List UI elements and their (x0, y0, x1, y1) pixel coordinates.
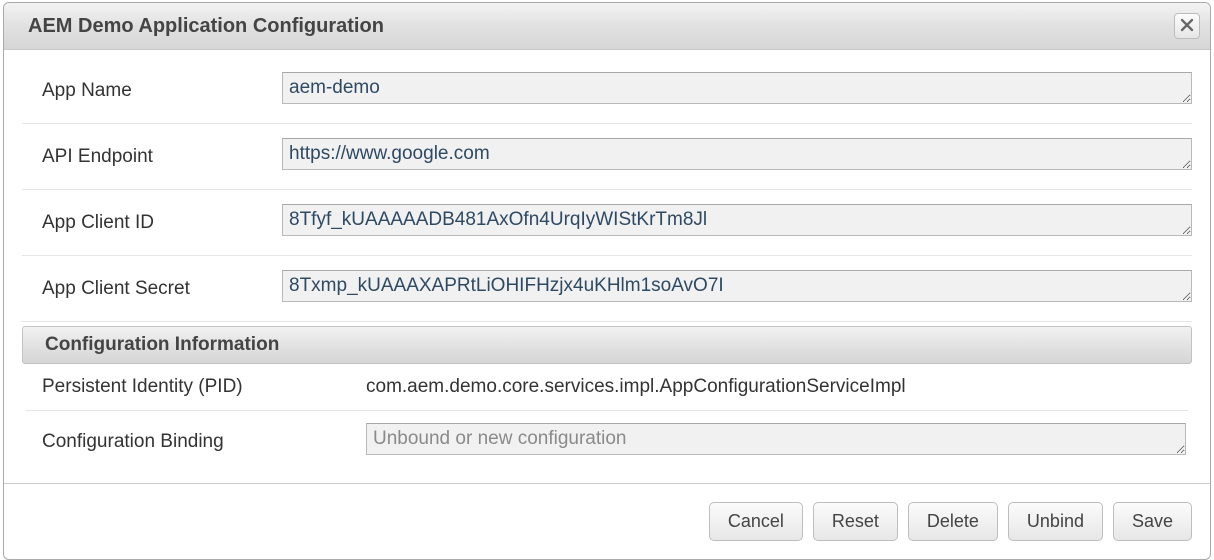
label-app-name: App Name (22, 80, 282, 102)
row-app-name: App Name (22, 58, 1192, 124)
label-client-secret: App Client Secret (22, 278, 282, 300)
dialog-title: AEM Demo Application Configuration (28, 15, 384, 38)
value-binding (366, 423, 1186, 455)
input-client-secret[interactable] (282, 270, 1192, 302)
close-icon (1180, 16, 1194, 37)
input-api-endpoint[interactable] (282, 138, 1192, 170)
label-client-id: App Client ID (22, 212, 282, 234)
save-button[interactable]: Save (1113, 502, 1192, 541)
row-client-secret: App Client Secret (22, 256, 1192, 322)
config-info-header: Configuration Information (22, 326, 1192, 364)
dialog-titlebar: AEM Demo Application Configuration (4, 3, 1210, 50)
input-app-name[interactable] (282, 72, 1192, 104)
close-button[interactable] (1174, 13, 1200, 39)
button-bar: Cancel Reset Delete Unbind Save (4, 483, 1210, 559)
label-api-endpoint: API Endpoint (22, 146, 282, 168)
label-pid: Persistent Identity (PID) (26, 376, 366, 398)
config-dialog: AEM Demo Application Configuration App N… (3, 2, 1211, 560)
reset-button[interactable]: Reset (813, 502, 898, 541)
form-area: App Name API Endpoint App Client ID App … (4, 50, 1210, 473)
input-client-id[interactable] (282, 204, 1192, 236)
row-client-id: App Client ID (22, 190, 1192, 256)
cancel-button[interactable]: Cancel (709, 502, 803, 541)
row-api-endpoint: API Endpoint (22, 124, 1192, 190)
delete-button[interactable]: Delete (908, 502, 998, 541)
label-binding: Configuration Binding (26, 431, 366, 453)
unbind-button[interactable]: Unbind (1008, 502, 1103, 541)
value-pid: com.aem.demo.core.services.impl.AppConfi… (366, 376, 1188, 398)
row-pid: Persistent Identity (PID) com.aem.demo.c… (26, 364, 1188, 411)
row-binding: Configuration Binding (26, 411, 1188, 473)
